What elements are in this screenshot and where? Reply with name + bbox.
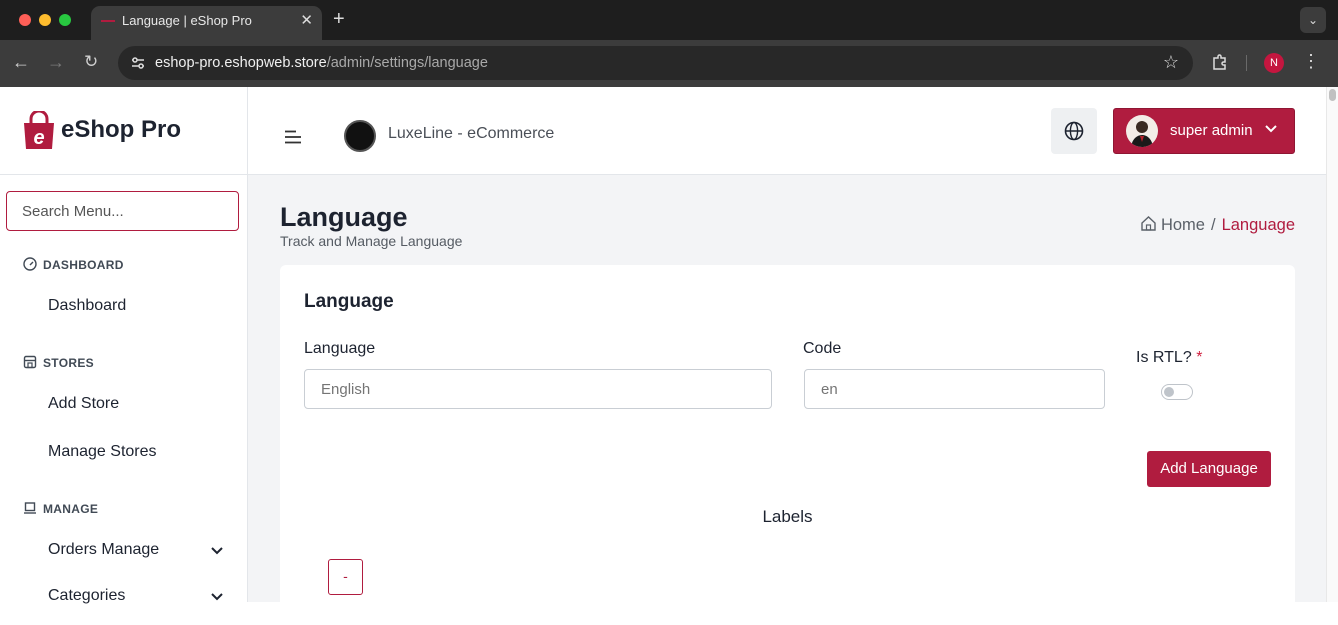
browser-menu-icon[interactable]: ⋮ <box>1302 51 1320 72</box>
tab-title: Language | eShop Pro <box>122 13 252 28</box>
site-settings-icon[interactable] <box>130 55 146 71</box>
store-logo <box>344 120 376 152</box>
toggle-knob <box>1164 387 1174 397</box>
scrollbar-thumb[interactable] <box>1329 89 1336 101</box>
back-arrow-icon[interactable]: ← <box>12 52 30 73</box>
eshop-logo-icon[interactable]: e <box>22 111 56 151</box>
page-title: Language <box>280 202 408 232</box>
store-icon <box>23 355 37 369</box>
browser-toolbar: ← → ↻ eshop-pro.eshopweb.store/admin/set… <box>0 40 1338 87</box>
section-title: STORES <box>43 356 94 370</box>
page-subtitle: Track and Manage Language <box>280 233 463 249</box>
store-name[interactable]: LuxeLine - eCommerce <box>388 125 554 143</box>
forward-arrow-icon[interactable]: → <box>47 52 65 73</box>
gauge-icon <box>23 257 37 271</box>
main-content: Language Track and Manage Language Home /… <box>248 175 1326 625</box>
section-title: MANAGE <box>43 502 99 516</box>
reload-icon[interactable]: ↻ <box>84 52 98 72</box>
browser-tab-bar: Language | eShop Pro ✕ + ⌄ <box>0 0 1338 40</box>
avatar <box>1126 115 1158 147</box>
window-close-button[interactable] <box>19 14 31 26</box>
language-input[interactable] <box>304 369 772 409</box>
tab-close-icon[interactable]: ✕ <box>300 11 313 29</box>
sidebar: e eShop Pro DASHBOARD Dashboard STORES A… <box>0 87 248 605</box>
remove-label-button[interactable]: - <box>328 559 363 595</box>
language-field-label: Language <box>304 340 376 357</box>
rtl-field-label: Is RTL? * <box>1136 349 1202 367</box>
sidebar-item-add-store[interactable]: Add Store <box>48 395 238 413</box>
home-icon[interactable] <box>1140 215 1157 232</box>
brand-header: e eShop Pro <box>0 87 247 175</box>
labels-heading: Labels <box>762 507 813 526</box>
user-menu-button[interactable]: super admin <box>1113 108 1295 154</box>
breadcrumb-current: Language <box>1221 216 1295 234</box>
bookmark-star-icon[interactable]: ☆ <box>1163 52 1179 73</box>
rtl-toggle[interactable] <box>1161 384 1193 400</box>
window-minimize-button[interactable] <box>39 14 51 26</box>
menu-toggle-icon[interactable] <box>285 130 301 144</box>
code-input[interactable] <box>804 369 1105 409</box>
code-field-label: Code <box>803 340 842 357</box>
sidebar-item-label: Categories <box>48 587 126 604</box>
section-title: DASHBOARD <box>43 258 124 272</box>
rtl-label-text: Is RTL? <box>1136 349 1192 366</box>
sidebar-item-categories[interactable]: Categories <box>48 587 238 605</box>
url-host: eshop-pro.eshopweb.store <box>155 55 327 71</box>
laptop-icon <box>24 502 36 514</box>
user-name: super admin <box>1170 122 1253 139</box>
page-scrollbar[interactable] <box>1326 87 1338 602</box>
top-header: LuxeLine - eCommerce super admin <box>248 87 1326 175</box>
sidebar-item-label: Orders Manage <box>48 541 160 558</box>
tab-search-icon[interactable]: ⌄ <box>1300 7 1326 33</box>
breadcrumb-separator: / <box>1210 216 1216 234</box>
sidebar-item-orders-manage[interactable]: Orders Manage <box>48 541 238 559</box>
section-stores: STORES <box>23 355 94 370</box>
section-manage: MANAGE <box>23 501 98 516</box>
chevron-down-icon <box>211 547 223 555</box>
browser-tab[interactable]: Language | eShop Pro ✕ <box>91 6 322 40</box>
card-title: Language <box>304 291 394 312</box>
extensions-puzzle-icon[interactable] <box>1211 53 1229 71</box>
language-card: Language Language Code Is RTL? * Add Lan… <box>280 265 1295 625</box>
search-menu-input[interactable] <box>6 191 239 231</box>
new-tab-button[interactable]: + <box>333 8 345 31</box>
svg-text:e: e <box>33 127 44 149</box>
url-text: eshop-pro.eshopweb.store/admin/settings/… <box>155 55 488 71</box>
address-bar[interactable]: eshop-pro.eshopweb.store/admin/settings/… <box>118 46 1193 80</box>
breadcrumb: Home / Language <box>1140 215 1295 235</box>
globe-icon <box>1064 121 1084 141</box>
brand-name[interactable]: eShop Pro <box>61 116 181 144</box>
sidebar-item-dashboard[interactable]: Dashboard <box>48 297 238 315</box>
breadcrumb-home[interactable]: Home <box>1161 216 1205 234</box>
window-zoom-button[interactable] <box>59 14 71 26</box>
profile-avatar[interactable]: N <box>1264 53 1284 73</box>
tab-favicon-icon <box>101 20 115 22</box>
url-path: /admin/settings/language <box>326 55 488 71</box>
add-language-button[interactable]: Add Language <box>1147 451 1271 487</box>
sidebar-item-manage-stores[interactable]: Manage Stores <box>48 443 238 461</box>
language-button[interactable] <box>1051 108 1097 154</box>
section-dashboard: DASHBOARD <box>23 257 124 272</box>
required-mark: * <box>1196 349 1203 366</box>
toolbar-divider <box>1246 55 1247 71</box>
chevron-down-icon <box>1265 125 1277 133</box>
